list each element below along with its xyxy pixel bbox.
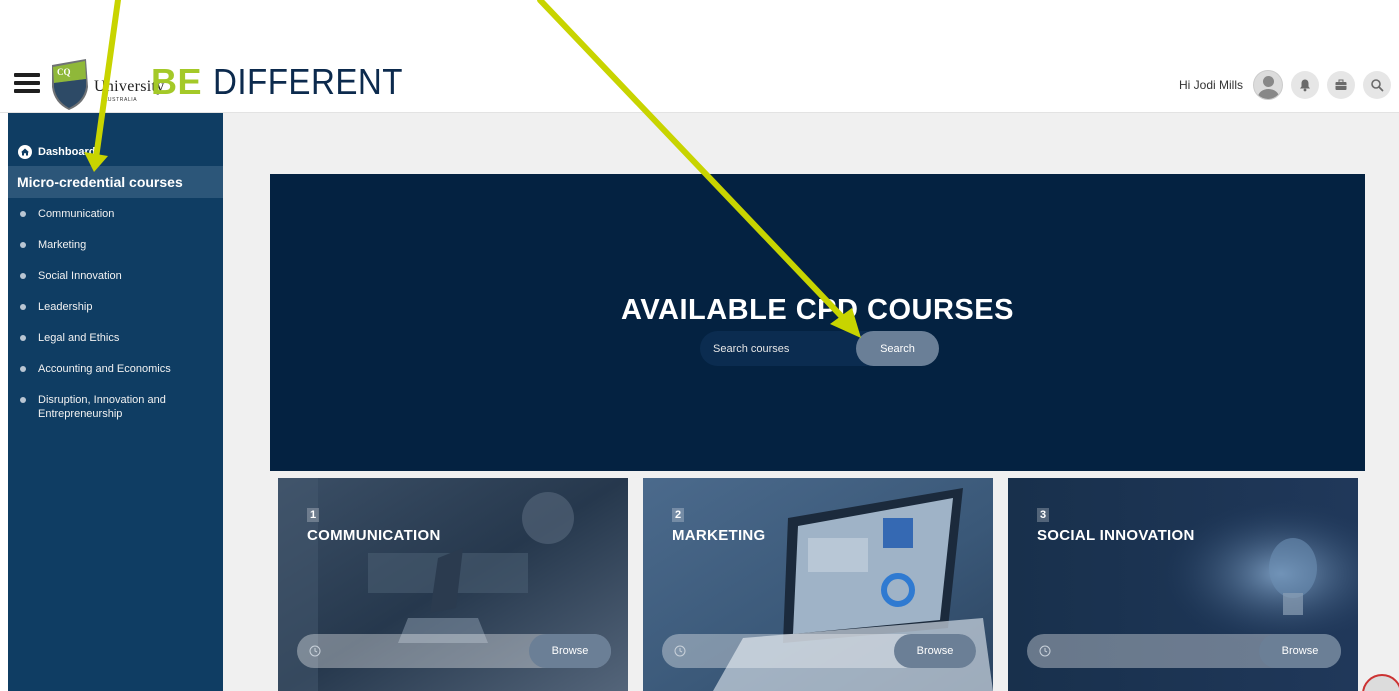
sidebar-item-label: Leadership bbox=[38, 301, 93, 313]
main-content: AVAILABLE CPD COURSES Search 1 COMMUNICA… bbox=[223, 113, 1399, 691]
card-number: 3 bbox=[1037, 508, 1050, 522]
sidebar-course-list: Communication Marketing Social Innovatio… bbox=[8, 201, 223, 433]
course-search: Search bbox=[700, 331, 939, 366]
site-header: CQ University AUSTRALIA BE DIFFERENT Hi … bbox=[0, 0, 1399, 113]
sidebar-item-social-innovation[interactable]: Social Innovation bbox=[8, 263, 223, 294]
card-title: COMMUNICATION bbox=[307, 527, 441, 544]
bullet-icon bbox=[20, 211, 26, 217]
sidebar-item-label: Disruption, Innovation and Entrepreneurs… bbox=[38, 394, 166, 420]
bullet-icon bbox=[20, 242, 26, 248]
hamburger-icon[interactable] bbox=[14, 73, 40, 93]
sidebar-item-disruption-innovation[interactable]: Disruption, Innovation and Entrepreneurs… bbox=[8, 387, 223, 433]
clock-icon bbox=[309, 645, 321, 657]
user-greeting[interactable]: Hi Jodi Mills bbox=[1179, 78, 1243, 92]
logo-shield-icon: CQ bbox=[52, 59, 88, 110]
sidebar-item-label: Legal and Ethics bbox=[38, 332, 120, 344]
sidebar-item-dashboard[interactable]: Dashboard bbox=[8, 139, 223, 165]
clock-icon bbox=[674, 645, 686, 657]
card-number: 1 bbox=[307, 508, 320, 522]
sidebar: Dashboard Micro-credential courses Commu… bbox=[8, 113, 223, 691]
briefcase-icon bbox=[1335, 79, 1347, 90]
browse-button[interactable]: Browse bbox=[1259, 634, 1341, 668]
avatar[interactable] bbox=[1253, 70, 1283, 100]
bell-icon bbox=[1300, 79, 1310, 92]
course-card-communication[interactable]: 1 COMMUNICATION Browse bbox=[278, 478, 628, 691]
clock-icon bbox=[1039, 645, 1051, 657]
sidebar-item-marketing[interactable]: Marketing bbox=[8, 232, 223, 263]
sidebar-item-label: Accounting and Economics bbox=[38, 363, 171, 375]
sidebar-item-label: Communication bbox=[38, 208, 115, 220]
home-icon bbox=[18, 145, 32, 159]
search-icon bbox=[1371, 79, 1384, 92]
sidebar-item-label: Marketing bbox=[38, 239, 87, 251]
bullet-icon bbox=[20, 304, 26, 310]
course-cards: 1 COMMUNICATION Browse 2 MARKETING Brows… bbox=[278, 478, 1358, 691]
bullet-icon bbox=[20, 397, 26, 403]
course-card-marketing[interactable]: 2 MARKETING Browse bbox=[643, 478, 993, 691]
header-search-button[interactable] bbox=[1363, 71, 1391, 99]
bullet-icon bbox=[20, 273, 26, 279]
card-footer-bar: Browse bbox=[297, 634, 611, 668]
page-title: AVAILABLE CPD COURSES bbox=[621, 294, 1014, 326]
be-different-tagline: BE DIFFERENT bbox=[151, 62, 419, 102]
card-number: 2 bbox=[672, 508, 685, 522]
card-title: SOCIAL INNOVATION bbox=[1037, 527, 1195, 544]
logo-country-text: AUSTRALIA bbox=[104, 97, 138, 103]
user-menu-area: Hi Jodi Mills bbox=[1179, 70, 1391, 100]
card-footer-bar: Browse bbox=[1027, 634, 1341, 668]
sidebar-item-label: Social Innovation bbox=[38, 270, 122, 282]
sidebar-item-communication[interactable]: Communication bbox=[8, 201, 223, 232]
browse-button[interactable]: Browse bbox=[529, 634, 611, 668]
svg-text:CQ: CQ bbox=[57, 67, 71, 77]
sidebar-item-micro-credential-courses[interactable]: Micro-credential courses bbox=[8, 166, 223, 198]
search-button[interactable]: Search bbox=[856, 331, 939, 366]
card-footer-bar: Browse bbox=[662, 634, 976, 668]
sidebar-item-leadership[interactable]: Leadership bbox=[8, 294, 223, 325]
sidebar-item-label: Dashboard bbox=[38, 146, 96, 158]
sidebar-item-accounting-and-economics[interactable]: Accounting and Economics bbox=[8, 356, 223, 387]
bullet-icon bbox=[20, 366, 26, 372]
course-card-social-innovation[interactable]: 3 SOCIAL INNOVATION Browse bbox=[1008, 478, 1358, 691]
sidebar-section-label: Micro-credential courses bbox=[17, 174, 183, 190]
hero-banner: AVAILABLE CPD COURSES Search bbox=[270, 174, 1365, 471]
messages-button[interactable] bbox=[1327, 71, 1355, 99]
tagline-different: DIFFERENT bbox=[212, 61, 403, 102]
sidebar-item-legal-and-ethics[interactable]: Legal and Ethics bbox=[8, 325, 223, 356]
card-title: MARKETING bbox=[672, 527, 766, 544]
browse-button[interactable]: Browse bbox=[894, 634, 976, 668]
notifications-button[interactable] bbox=[1291, 71, 1319, 99]
bullet-icon bbox=[20, 335, 26, 341]
tagline-be: BE bbox=[151, 61, 203, 102]
